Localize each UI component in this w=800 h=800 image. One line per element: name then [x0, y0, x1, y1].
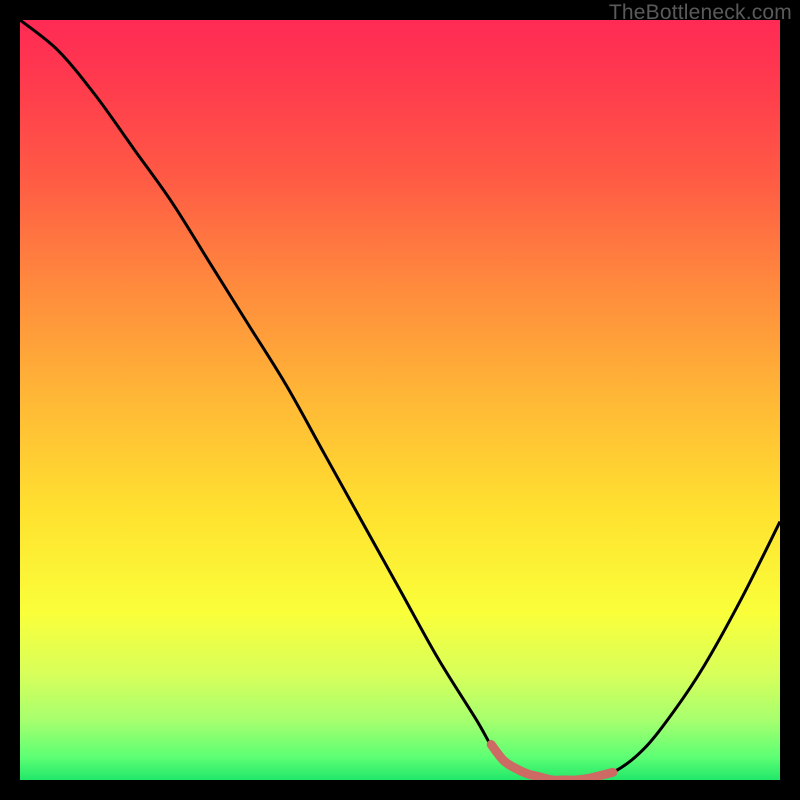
- bottleneck-curve-path: [20, 20, 780, 780]
- plot-area: [20, 20, 780, 780]
- bottleneck-curve: [20, 20, 780, 780]
- optimal-zone-highlight: [491, 745, 613, 780]
- watermark-text: TheBottleneck.com: [609, 1, 792, 25]
- chart-container: TheBottleneck.com: [0, 0, 800, 800]
